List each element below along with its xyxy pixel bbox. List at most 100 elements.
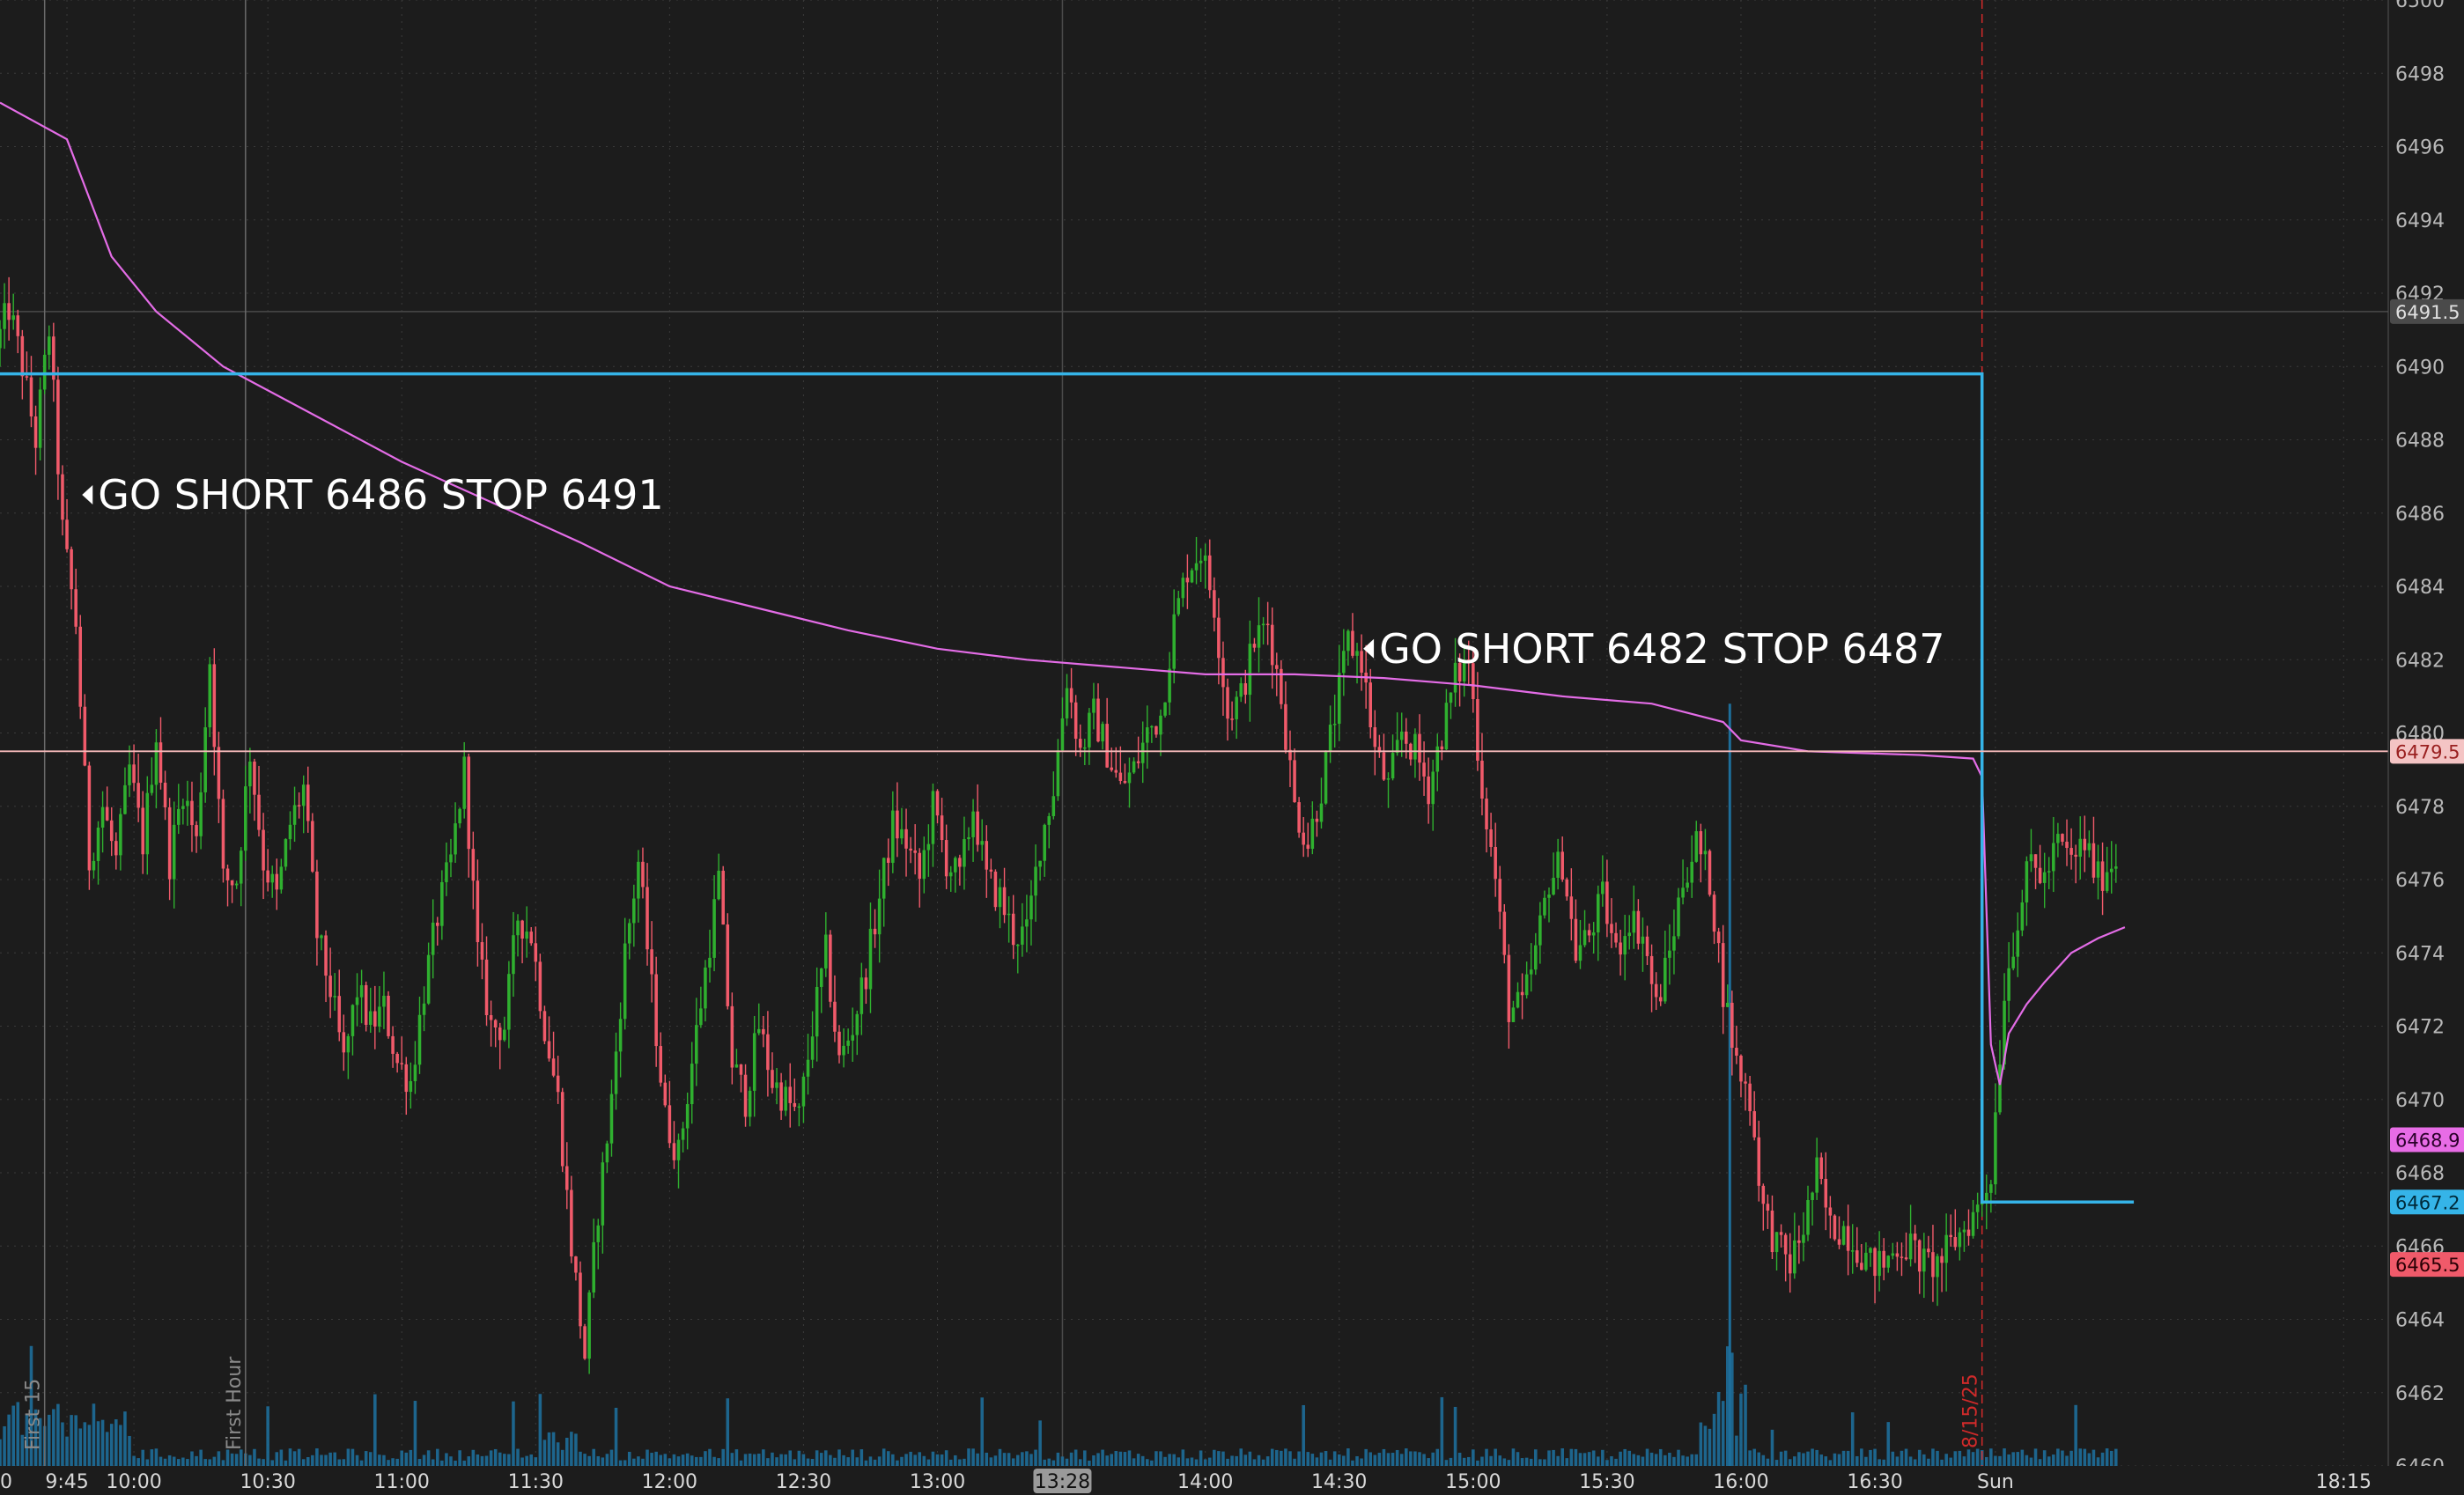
candle-body — [948, 872, 953, 877]
candle-body — [717, 870, 720, 900]
volume-bar — [654, 1451, 658, 1466]
volume-bar — [886, 1451, 890, 1466]
candle-body — [833, 1001, 837, 1032]
volume-bar — [1472, 1449, 1475, 1466]
candle-body — [3, 303, 6, 329]
volume-bar — [1409, 1451, 1413, 1466]
candle-body — [1788, 1254, 1792, 1274]
candle-body — [904, 829, 908, 849]
volume-bar — [1399, 1454, 1404, 1466]
volume-bar — [1668, 1452, 1671, 1466]
volume-bar — [225, 1449, 230, 1466]
volume-bar — [980, 1397, 984, 1466]
price-chart[interactable]: First 15 First Hour 8/15/25 GO SHORT 6486 … — [0, 0, 2464, 1495]
y-tick-label: 6476 — [2395, 870, 2445, 892]
candle-body — [654, 974, 658, 1047]
candle-body — [476, 880, 480, 943]
volume-bar — [203, 1459, 207, 1466]
candle-body — [1569, 896, 1574, 919]
volume-bar — [542, 1440, 547, 1466]
volume-bar — [1284, 1448, 1287, 1466]
candle-body — [1936, 1256, 1939, 1278]
candle-body — [551, 1058, 556, 1076]
volume-bar — [346, 1448, 350, 1466]
date-marker-label: 8/15/25 — [1960, 1373, 1982, 1448]
candle-body — [1114, 770, 1118, 773]
candle-body — [989, 869, 993, 872]
volume-bar — [882, 1448, 886, 1466]
volume-bar — [976, 1453, 979, 1466]
x-tick-label: 10:00 — [106, 1471, 161, 1493]
candle-body — [1105, 724, 1109, 768]
volume-bar — [1507, 1460, 1511, 1466]
volume-bar — [96, 1421, 100, 1466]
candle-body — [681, 1128, 685, 1140]
volume-bar — [1226, 1458, 1229, 1466]
volume-bar — [484, 1455, 489, 1466]
volume-bar — [199, 1449, 203, 1466]
volume-bar — [1994, 1455, 1997, 1466]
candle-body — [47, 336, 51, 355]
volume-bar — [891, 1454, 895, 1466]
y-tick-label: 6494 — [2395, 210, 2445, 232]
candle-body — [632, 898, 636, 924]
candle-body — [1337, 673, 1341, 725]
candle-body — [1891, 1253, 1895, 1256]
volume-bar — [2003, 1448, 2006, 1466]
volume-bar — [458, 1450, 461, 1466]
volume-bar — [1944, 1454, 1948, 1466]
volume-bar — [1217, 1451, 1221, 1466]
candle-body — [775, 1082, 778, 1088]
candle-body — [1194, 563, 1199, 571]
candle-body — [1297, 802, 1301, 833]
candle-body — [1015, 944, 1020, 946]
candle-body — [1092, 698, 1096, 713]
candle-body — [208, 664, 212, 728]
candle-body — [1552, 877, 1555, 895]
volume-bar — [1793, 1456, 1796, 1466]
candle-body — [33, 416, 38, 448]
volume-bar — [1083, 1450, 1087, 1466]
candle-body — [1252, 644, 1257, 648]
volume-bar — [1694, 1454, 1699, 1466]
candle-body — [2061, 834, 2064, 843]
volume-bar — [646, 1449, 649, 1466]
candle-body — [609, 1094, 614, 1144]
volume-bar — [650, 1453, 653, 1466]
candle-body — [100, 806, 105, 828]
candle-body — [154, 742, 159, 785]
candle-body — [1494, 846, 1497, 880]
candle-body — [493, 1020, 498, 1027]
volume-bar — [556, 1442, 560, 1466]
candle-body — [940, 815, 944, 841]
candle-body — [342, 1032, 346, 1053]
volume-bar — [1779, 1451, 1783, 1466]
candle-body — [663, 1082, 668, 1106]
candle-body — [739, 1064, 743, 1075]
candle-body — [480, 942, 484, 960]
candle-body — [1748, 1083, 1752, 1112]
candle-body — [1168, 668, 1171, 703]
candle-body — [1565, 879, 1569, 897]
candle-body — [1931, 1252, 1935, 1278]
candle-body — [1672, 936, 1676, 951]
candle-body — [882, 858, 886, 899]
candle-body — [801, 1076, 806, 1107]
candle-body — [1056, 750, 1060, 797]
candle-body — [574, 1256, 578, 1273]
candle-body — [614, 1051, 618, 1094]
volume-bar — [846, 1457, 850, 1466]
candle-body — [993, 871, 998, 908]
volume-bar — [1132, 1458, 1136, 1466]
candle-body — [1386, 778, 1391, 780]
volume-bar — [1971, 1452, 1975, 1466]
candle-body — [337, 996, 342, 1033]
candle-body — [1136, 761, 1140, 763]
volume-bar — [1199, 1450, 1203, 1466]
candle-body — [708, 957, 712, 968]
volume-bar — [971, 1448, 975, 1466]
volume-bar — [641, 1458, 645, 1466]
candle-body — [364, 984, 368, 1026]
candle-body — [16, 315, 20, 336]
candle-body — [234, 883, 239, 886]
